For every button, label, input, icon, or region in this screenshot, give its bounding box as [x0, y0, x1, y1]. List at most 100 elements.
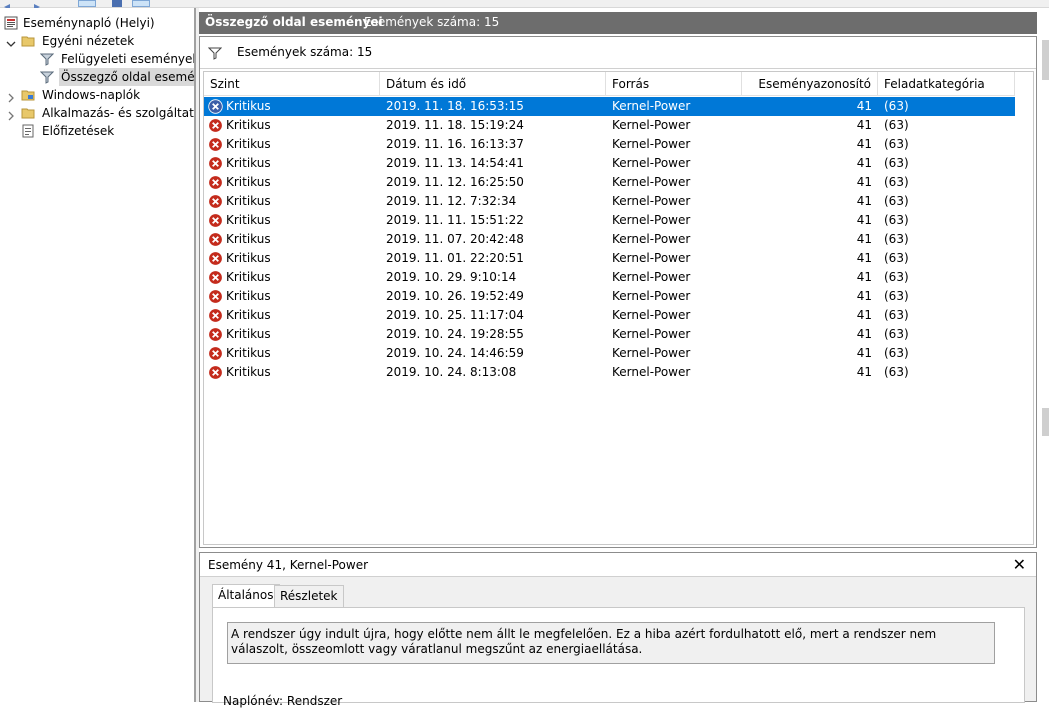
right-scroll-edge[interactable]	[1039, 8, 1049, 702]
cell-task-category: (63)	[884, 289, 909, 303]
cell-task-category: (63)	[884, 118, 909, 132]
cell-level: Kritikus	[226, 327, 271, 341]
filter-icon	[207, 46, 223, 60]
cell-event-id: 41	[856, 327, 872, 341]
table-row[interactable]: Kritikus 2019. 10. 24. 14:46:59 Kernel-Pow…	[204, 344, 1015, 363]
column-header-datetime[interactable]: Dátum és idő	[380, 72, 606, 96]
folder-icon	[21, 88, 35, 102]
cell-level: Kritikus	[226, 289, 271, 303]
back-arrow-icon[interactable]	[2, 0, 16, 10]
critical-icon	[208, 213, 223, 228]
cell-task-category: (63)	[884, 251, 909, 265]
table-row[interactable]: Kritikus 2019. 11. 18. 15:19:24 Kernel-Pow…	[204, 116, 1015, 135]
cell-datetime: 2019. 11. 12. 16:25:50	[386, 175, 524, 189]
cell-task-category: (63)	[884, 175, 909, 189]
chevron-right-icon[interactable]	[6, 90, 16, 103]
cell-level: Kritikus	[226, 365, 271, 379]
cell-source: Kernel-Power	[612, 156, 691, 170]
scroll-marker	[1042, 408, 1049, 436]
cell-event-id: 41	[856, 270, 872, 284]
tree-item-label: Egyéni nézetek	[42, 34, 135, 48]
cell-task-category: (63)	[884, 346, 909, 360]
table-row[interactable]: Kritikus 2019. 10. 24. 19:28:55 Kernel-Pow…	[204, 325, 1015, 344]
column-header-level[interactable]: Szint	[204, 72, 380, 96]
help-icon[interactable]	[112, 0, 122, 7]
table-row[interactable]: Kritikus 2019. 10. 24. 8:13:08 Kernel-Powe…	[204, 363, 1015, 382]
cell-level: Kritikus	[226, 137, 271, 151]
tree-item-label: Felügyeleti események	[61, 52, 195, 66]
console-tree-button[interactable]	[78, 0, 96, 7]
tab-details[interactable]: Részletek	[274, 585, 344, 608]
cell-task-category: (63)	[884, 270, 909, 284]
cell-level: Kritikus	[226, 213, 271, 227]
critical-icon	[208, 156, 223, 171]
column-header-task-category[interactable]: Feladatkategória	[878, 72, 1015, 96]
table-row[interactable]: Kritikus 2019. 11. 01. 22:20:51 Kernel-Pow…	[204, 249, 1015, 268]
close-icon[interactable]: ✕	[1013, 555, 1026, 574]
cell-task-category: (63)	[884, 308, 909, 322]
tree-item-label: Összegző oldal eseménye	[59, 68, 194, 86]
log-name-field: Naplónév: Rendszer	[223, 694, 343, 708]
critical-icon	[208, 99, 223, 114]
column-header-source[interactable]: Forrás	[606, 72, 742, 96]
critical-icon	[208, 308, 223, 323]
view-header: Összegző oldal eseményei Események száma…	[199, 12, 1037, 34]
table-row[interactable]: Kritikus 2019. 11. 18. 16:53:15 Kernel-Pow…	[204, 97, 1015, 116]
cell-datetime: 2019. 11. 12. 7:32:34	[386, 194, 517, 208]
tree-root-label: Eseménynapló (Helyi)	[23, 16, 155, 30]
tree-item-label: Alkalmazás- és szolgáltatásn	[42, 106, 194, 120]
navigation-tree: Eseménynapló (Helyi) Egyéni nézetek Felü…	[0, 8, 195, 702]
chevron-right-icon[interactable]	[6, 108, 16, 121]
tab-general[interactable]: Általános	[212, 584, 280, 608]
toolbar	[0, 0, 1049, 10]
forward-arrow-icon[interactable]	[30, 0, 44, 10]
cell-event-id: 41	[856, 346, 872, 360]
event-description: A rendszer úgy indult újra, hogy előtte …	[227, 622, 995, 664]
cell-datetime: 2019. 10. 24. 14:46:59	[386, 346, 524, 360]
table-row[interactable]: Kritikus 2019. 10. 26. 19:52:49 Kernel-Pow…	[204, 287, 1015, 306]
cell-source: Kernel-Power	[612, 270, 691, 284]
table-row[interactable]: Kritikus 2019. 11. 13. 14:54:41 Kernel-Pow…	[204, 154, 1015, 173]
cell-event-id: 41	[856, 289, 872, 303]
chevron-down-icon[interactable]	[6, 36, 16, 47]
table-row[interactable]: Kritikus 2019. 10. 29. 9:10:14 Kernel-Powe…	[204, 268, 1015, 287]
action-pane-button[interactable]	[132, 0, 150, 7]
cell-task-category: (63)	[884, 365, 909, 379]
cell-datetime: 2019. 11. 07. 20:42:48	[386, 232, 524, 246]
table-row[interactable]: Kritikus 2019. 11. 16. 16:13:37 Kernel-Pow…	[204, 135, 1015, 154]
cell-source: Kernel-Power	[612, 365, 691, 379]
table-row[interactable]: Kritikus 2019. 10. 25. 11:17:04 Kernel-Pow…	[204, 306, 1015, 325]
event-details-pane: Esemény 41, Kernel-Power ✕ Általános Rés…	[199, 552, 1037, 708]
table-row[interactable]: Kritikus 2019. 11. 07. 20:42:48 Kernel-Pow…	[204, 230, 1015, 249]
cell-source: Kernel-Power	[612, 175, 691, 189]
filter-icon	[39, 52, 55, 66]
cell-task-category: (63)	[884, 327, 909, 341]
tree-item-label: Windows-naplók	[42, 88, 141, 102]
critical-icon	[208, 194, 223, 209]
table-row[interactable]: Kritikus 2019. 11. 11. 15:51:22 Kernel-Pow…	[204, 211, 1015, 230]
cell-source: Kernel-Power	[612, 232, 691, 246]
cell-source: Kernel-Power	[612, 289, 691, 303]
cell-datetime: 2019. 10. 26. 19:52:49	[386, 289, 524, 303]
critical-icon	[208, 232, 223, 247]
cell-datetime: 2019. 11. 01. 22:20:51	[386, 251, 524, 265]
cell-datetime: 2019. 10. 24. 19:28:55	[386, 327, 524, 341]
column-header-event-id[interactable]: Eseményazonosító	[742, 72, 878, 96]
event-table: Szint Dátum és idő Forrás Eseményazonosí…	[203, 71, 1034, 545]
cell-source: Kernel-Power	[612, 194, 691, 208]
event-count: Események száma: 15	[364, 15, 500, 29]
critical-icon	[208, 137, 223, 152]
cell-task-category: (63)	[884, 213, 909, 227]
table-row[interactable]: Kritikus 2019. 11. 12. 16:25:50 Kernel-Pow…	[204, 173, 1015, 192]
critical-icon	[208, 365, 223, 380]
cell-level: Kritikus	[226, 175, 271, 189]
cell-source: Kernel-Power	[612, 213, 691, 227]
cell-level: Kritikus	[226, 346, 271, 360]
cell-event-id: 41	[856, 99, 872, 113]
cell-event-id: 41	[856, 156, 872, 170]
cell-level: Kritikus	[226, 308, 271, 322]
critical-icon	[208, 327, 223, 342]
table-row[interactable]: Kritikus 2019. 11. 12. 7:32:34 Kernel-Powe…	[204, 192, 1015, 211]
event-list-panel: Események száma: 15 Szint Dátum és idő F…	[199, 36, 1037, 548]
cell-datetime: 2019. 11. 11. 15:51:22	[386, 213, 524, 227]
